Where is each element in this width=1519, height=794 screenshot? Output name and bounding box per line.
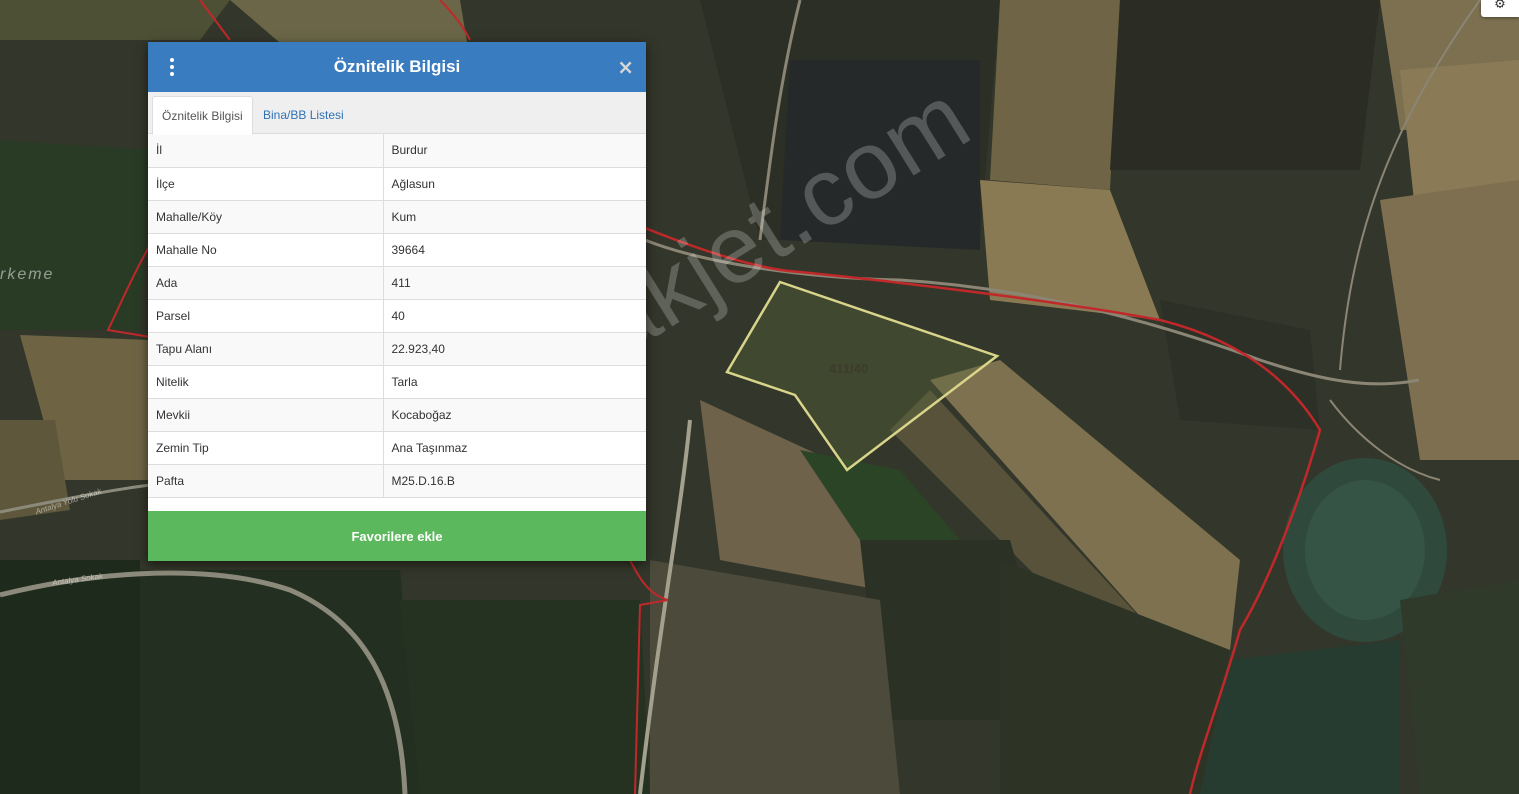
row-value: 411 [383, 266, 646, 300]
kebab-menu-icon[interactable] [164, 56, 180, 78]
add-to-favorites-button[interactable]: Favorilere ekle [148, 511, 646, 561]
row-key: Mahalle/Köy [148, 200, 384, 234]
place-label: rkeme [0, 266, 55, 283]
parcel-label[interactable]: 411/40 [829, 361, 868, 376]
settings-button[interactable]: ⚙ [1481, 0, 1519, 17]
gear-icon: ⚙ [1494, 0, 1506, 12]
row-key: İlçe [148, 167, 384, 201]
panel-tabs: Öznitelik Bilgisi Bina/BB Listesi [148, 92, 646, 135]
row-value: Kocaboğaz [383, 398, 646, 432]
row-value: 40 [383, 299, 646, 333]
attribute-panel: Öznitelik Bilgisi × Öznitelik Bilgisi Bi… [148, 42, 646, 561]
row-value: 39664 [383, 233, 646, 267]
table-row: Nitelik Tarla [148, 365, 646, 399]
tab-building-list[interactable]: Bina/BB Listesi [254, 96, 353, 134]
panel-header: Öznitelik Bilgisi × [148, 42, 646, 92]
row-value: M25.D.16.B [383, 464, 646, 498]
row-key: Tapu Alanı [148, 332, 384, 366]
row-key: Mevkii [148, 398, 384, 432]
table-row: Mahalle/Köy Kum [148, 200, 646, 234]
row-value: Ağlasun [383, 167, 646, 201]
attribute-table: İl Burdur İlçe Ağlasun Mahalle/Köy Kum Maha… [148, 134, 646, 498]
row-value: Ana Taşınmaz [383, 431, 646, 465]
row-key: Mahalle No [148, 233, 384, 267]
panel-title: Öznitelik Bilgisi [333, 57, 461, 76]
tab-attributes[interactable]: Öznitelik Bilgisi [152, 96, 253, 135]
table-row: Mevkii Kocaboğaz [148, 398, 646, 432]
row-key: İl [148, 134, 384, 168]
row-value: Kum [383, 200, 646, 234]
table-row: Tapu Alanı 22.923,40 [148, 332, 646, 366]
row-value: 22.923,40 [383, 332, 646, 366]
row-value: Tarla [383, 365, 646, 399]
table-row: İl Burdur [148, 134, 646, 168]
table-row: Pafta M25.D.16.B [148, 464, 646, 498]
row-key: Nitelik [148, 365, 384, 399]
table-row: Mahalle No 39664 [148, 233, 646, 267]
row-key: Zemin Tip [148, 431, 384, 465]
table-row: Parsel 40 [148, 299, 646, 333]
close-icon[interactable]: × [617, 56, 634, 78]
row-key: Pafta [148, 464, 384, 498]
table-row: İlçe Ağlasun [148, 167, 646, 201]
row-value: Burdur [383, 134, 646, 168]
table-row: Zemin Tip Ana Taşınmaz [148, 431, 646, 465]
table-row: Ada 411 [148, 266, 646, 300]
row-key: Parsel [148, 299, 384, 333]
row-key: Ada [148, 266, 384, 300]
